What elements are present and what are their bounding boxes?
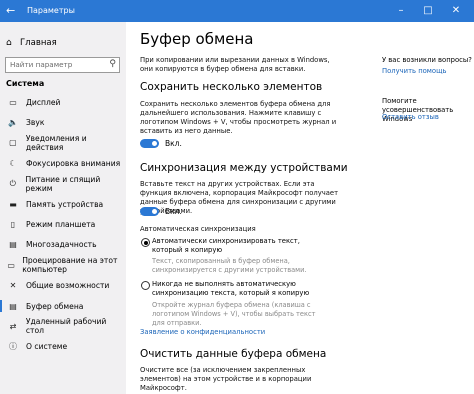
sidebar-item[interactable]: ⇄ Удаленный рабочий стол (0, 316, 126, 336)
sidebar-item-label: Удаленный рабочий стол (25, 317, 107, 336)
history-heading: Сохранить несколько элементов (140, 81, 323, 93)
sidebar-item-label: Память устройства (26, 199, 104, 209)
get-help-link[interactable]: Получить помощь (382, 67, 447, 75)
radio-dot (143, 240, 148, 245)
clear-description: Очистите все (за исключением закрепленны… (140, 366, 312, 392)
storage-icon: ▬ (9, 199, 17, 209)
title-bar: ← Параметры – □ ✕ (0, 0, 474, 22)
clipboard-icon: ▤ (9, 301, 17, 311)
radio-auto-sync-label[interactable]: Автоматически синхронизировать текст, ко… (152, 237, 322, 255)
sidebar-item-label: Буфер обмена (26, 301, 84, 311)
sidebar-item-label: Дисплей (26, 97, 61, 107)
sidebar-item[interactable]: 🔈 Звук (0, 112, 126, 132)
about-icon: ⓘ (9, 342, 17, 352)
sidebar-item[interactable]: ▤ Многозадачность (0, 235, 126, 255)
sidebar-item-label: Многозадачность (26, 240, 97, 250)
question-text: У вас возникли вопросы? (382, 56, 472, 64)
sidebar-item[interactable]: ▬ Память устройства (0, 194, 126, 214)
multitasking-icon: ▤ (9, 240, 17, 250)
toggle-knob (152, 209, 157, 214)
auto-sync-heading: Автоматическая синхронизация (140, 225, 256, 233)
nav-list: ▭ Дисплей 🔈 Звук ▢ Уведомления и действия ☾ Фок… (0, 92, 126, 357)
nav-home[interactable]: ⌂ Главная (6, 38, 57, 48)
radio-manual-sync[interactable] (141, 281, 150, 290)
radio-manual-sync-label[interactable]: Никогда не выполнять автоматическую синх… (152, 280, 322, 298)
sync-toggle-label: Вкл. (165, 207, 182, 216)
history-toggle-label: Вкл. (165, 139, 182, 148)
sidebar-item-label: Проецирование на этот компьютер (22, 256, 118, 275)
sidebar-item-label: Питание и спящий режим (25, 174, 101, 193)
search-input[interactable]: Найти параметр ⚲ (5, 57, 120, 73)
remote-desktop-icon: ⇄ (9, 321, 17, 331)
sidebar-item[interactable]: ▢ Уведомления и действия (0, 133, 126, 153)
sidebar-item-label: Фокусировка внимания (26, 158, 121, 168)
search-placeholder: Найти параметр (10, 60, 73, 69)
nav-home-label: Главная (20, 38, 57, 48)
feedback-link[interactable]: Оставить отзыв (382, 113, 439, 121)
shared-experiences-icon: ✕ (9, 281, 17, 291)
sync-heading: Синхронизация между устройствами (140, 162, 348, 174)
maximize-button[interactable]: □ (418, 4, 438, 18)
sidebar-item[interactable]: ⓘ О системе (0, 337, 126, 357)
sidebar-item[interactable]: ▭ Дисплей (0, 92, 126, 112)
focus-assist-icon: ☾ (9, 158, 17, 168)
back-arrow-icon[interactable]: ← (6, 4, 15, 18)
close-button[interactable]: ✕ (446, 4, 466, 18)
tablet-icon: ▯ (10, 220, 16, 230)
home-icon: ⌂ (6, 38, 12, 48)
sidebar-item[interactable]: ▭ Проецирование на этот компьютер (0, 255, 126, 275)
window-title: Параметры (27, 6, 75, 15)
sidebar-item-label: Общие возможности (26, 281, 110, 291)
radio-auto-sync-description: Текст, скопированный в буфер обмена, син… (152, 257, 307, 274)
minimize-button[interactable]: – (391, 4, 411, 18)
sidebar-item[interactable]: ☾ Фокусировка внимания (0, 153, 126, 173)
main-content: Буфер обмена При копировании или вырезан… (126, 22, 474, 394)
radio-auto-sync[interactable] (141, 238, 150, 247)
sidebar-item-label: Режим планшета (26, 220, 96, 230)
sidebar-item[interactable]: ▤ Буфер обмена (0, 296, 126, 316)
page-title: Буфер обмена (140, 30, 254, 48)
radio-manual-sync-description: Откройте журнал буфера обмена (клавиша с… (152, 301, 316, 327)
nav-section-title: Система (6, 79, 45, 88)
projecting-icon: ▭ (7, 260, 15, 270)
sidebar-item-label: О системе (26, 342, 68, 352)
privacy-link[interactable]: Заявление о конфиденциальности (140, 328, 265, 336)
sidebar-item-label: Уведомления и действия (25, 133, 87, 152)
history-toggle[interactable] (140, 139, 159, 148)
sound-icon: 🔈 (8, 118, 18, 128)
sidebar-item[interactable]: ✕ Общие возможности (0, 276, 126, 296)
sidebar-item[interactable]: ▯ Режим планшета (0, 214, 126, 234)
history-description: Сохранить несколько элементов буфера обм… (140, 100, 337, 135)
sidebar-item-label: Звук (26, 118, 45, 128)
sync-toggle[interactable] (140, 207, 159, 216)
display-icon: ▭ (9, 97, 17, 107)
sidebar-item[interactable]: ⏻ Питание и спящий режим (0, 174, 126, 194)
intro-text: При копировании или вырезании данных в W… (140, 56, 330, 73)
clear-heading: Очистить данные буфера обмена (140, 348, 327, 360)
sidebar: ⌂ Главная Найти параметр ⚲ Система ▭ Дисп… (0, 22, 126, 394)
toggle-knob (152, 141, 157, 146)
notifications-icon: ▢ (9, 138, 17, 148)
power-icon: ⏻ (9, 178, 16, 188)
search-icon[interactable]: ⚲ (109, 59, 116, 69)
